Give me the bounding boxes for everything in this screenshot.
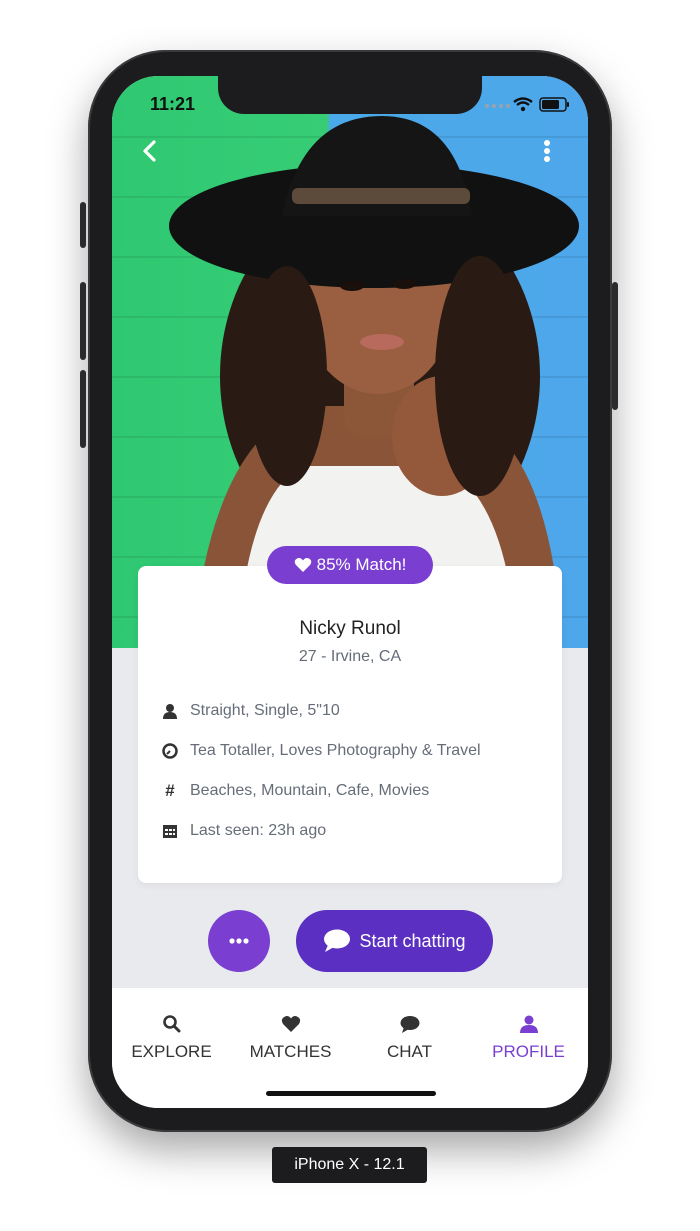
overflow-menu-button[interactable]	[540, 138, 554, 166]
more-horizontal-icon	[229, 938, 249, 944]
notch	[218, 76, 482, 114]
tab-label: PROFILE	[492, 1042, 565, 1061]
bottom-tab-bar: EXPLORE MATCHES CHAT PROFILE	[112, 988, 588, 1108]
signal-icon	[485, 104, 510, 108]
tab-chat[interactable]: CHAT	[350, 988, 469, 1078]
tab-profile[interactable]: PROFILE	[469, 988, 588, 1078]
volume-up-button	[80, 282, 86, 360]
chat-bubble-icon	[324, 929, 351, 952]
mute-switch	[80, 202, 86, 248]
tab-label: EXPLORE	[131, 1042, 212, 1061]
volume-down-button	[80, 370, 86, 448]
detail-text: Straight, Single, 5"10	[190, 702, 340, 719]
status-time: 11:21	[150, 94, 196, 114]
chevron-left-icon	[143, 140, 156, 162]
detail-interests: # Beaches, Mountain, Cafe, Movies	[162, 781, 430, 800]
detail-text: Last seen: 23h ago	[190, 822, 327, 839]
heart-icon	[281, 1016, 300, 1032]
clock-icon	[162, 743, 178, 759]
wifi-icon	[513, 97, 533, 112]
profile-name: Nicky Runol	[299, 618, 401, 639]
power-button	[612, 282, 618, 410]
battery-icon	[539, 97, 569, 112]
person-icon	[162, 703, 178, 719]
more-options-button[interactable]	[208, 910, 270, 972]
tab-matches[interactable]: MATCHES	[231, 988, 350, 1078]
back-button[interactable]	[136, 136, 164, 166]
heart-icon	[294, 558, 311, 572]
chat-icon	[400, 1016, 419, 1033]
more-vertical-icon	[544, 140, 550, 162]
start-chatting-button[interactable]: Start chatting	[296, 910, 493, 972]
start-chatting-label: Start chatting	[359, 930, 466, 951]
calendar-icon	[162, 823, 178, 839]
tab-explore[interactable]: EXPLORE	[112, 988, 231, 1078]
detail-lifestyle: Tea Totaller, Loves Photography & Travel	[162, 742, 481, 760]
match-badge: 85% Match!	[267, 546, 433, 584]
device-label: iPhone X - 12.1	[272, 1147, 427, 1183]
person-icon	[519, 1015, 538, 1033]
tab-label: MATCHES	[249, 1042, 332, 1061]
match-label: 85% Match!	[316, 555, 407, 574]
detail-orientation: Straight, Single, 5"10	[162, 702, 340, 720]
screen: 85% Match! Nicky Runol 27 - Irvine, CA S…	[112, 76, 588, 1108]
detail-last-seen: Last seen: 23h ago	[162, 822, 326, 840]
search-icon	[162, 1015, 180, 1033]
detail-text: Tea Totaller, Loves Photography & Travel	[190, 742, 481, 759]
hashtag-icon: #	[165, 781, 175, 800]
home-indicator[interactable]	[266, 1091, 436, 1096]
profile-age-location: 27 - Irvine, CA	[298, 648, 402, 665]
tab-label: CHAT	[386, 1042, 432, 1061]
detail-text: Beaches, Mountain, Cafe, Movies	[190, 782, 430, 799]
status-icons	[485, 97, 569, 112]
